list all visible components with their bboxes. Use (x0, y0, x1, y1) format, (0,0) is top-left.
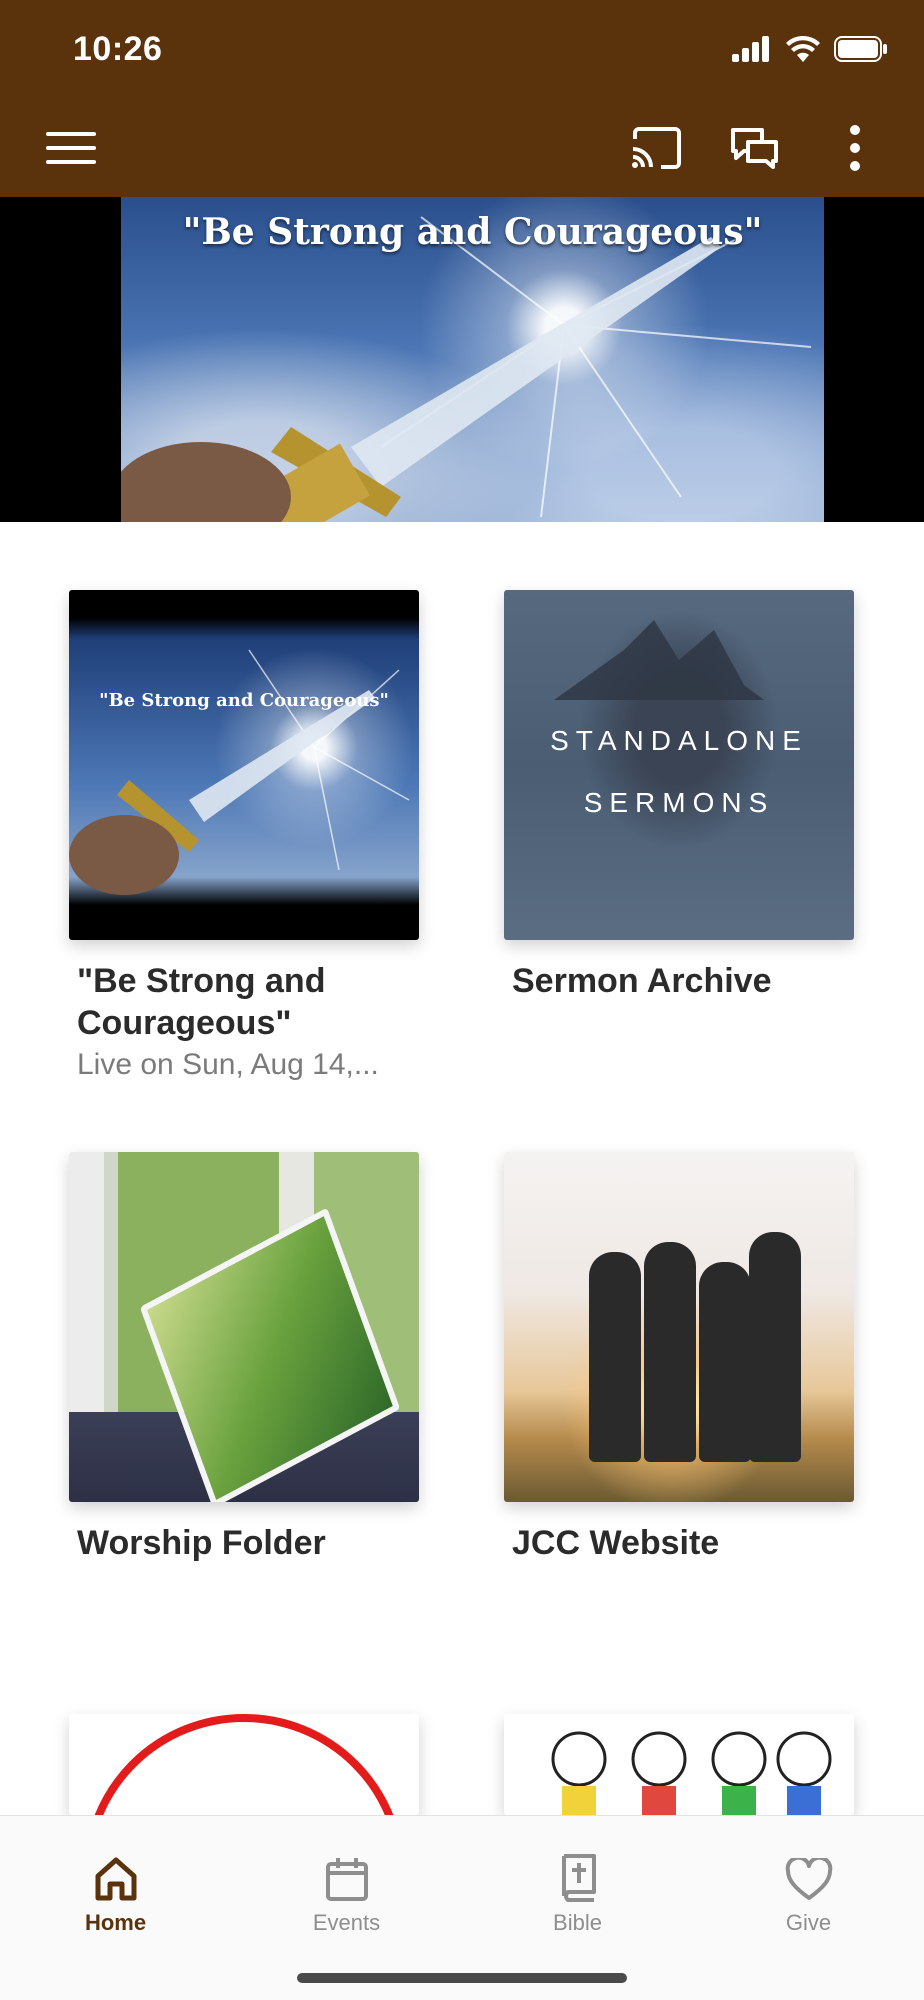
menu-button[interactable] (36, 118, 106, 178)
photo-detail (699, 1262, 751, 1462)
heart-icon (785, 1858, 832, 1900)
status-time: 10:26 (73, 30, 163, 68)
tile-image (504, 1714, 854, 1815)
home-icon (95, 1857, 136, 1901)
tab-label: Give (785, 1910, 832, 1935)
tab-events[interactable]: Events (231, 1816, 462, 1936)
signal-icon (732, 35, 772, 67)
tile-image (69, 1152, 419, 1502)
cast-button[interactable] (622, 118, 692, 178)
app-header: 10:26 (0, 0, 924, 197)
tab-give[interactable]: Give (693, 1816, 924, 1936)
photo-detail (644, 1242, 696, 1462)
hamburger-icon (46, 132, 96, 164)
tile-image (69, 1714, 419, 1815)
tile-title: Worship Folder (77, 1524, 326, 1562)
hero-image: "Be Strong and Courageous" (121, 197, 824, 522)
tile-title: Sermon Archive (512, 962, 772, 1000)
tile-image: STANDALONE SERMONS (504, 590, 854, 940)
rock-illustration (554, 620, 764, 700)
tile-worship-folder[interactable]: Worship Folder (69, 1152, 419, 1564)
photo-detail (749, 1232, 801, 1462)
tab-home[interactable]: Home (0, 1816, 231, 1936)
tab-bible[interactable]: Bible (462, 1816, 693, 1936)
tile-title: JCC Website (512, 1524, 720, 1562)
kids-illustration (551, 1731, 832, 1815)
tile-image-text-line2: SERMONS (583, 787, 775, 818)
photo-detail (589, 1252, 641, 1462)
chat-bubbles-icon (731, 128, 778, 169)
bible-icon (561, 1854, 596, 1902)
tile-image-title: "Be Strong and Courageous" (99, 690, 389, 711)
hero-banner[interactable]: "Be Strong and Courageous" (0, 197, 924, 522)
tile-title: "Be Strong and Courageous" (77, 962, 326, 1042)
calendar-icon (325, 1858, 368, 1901)
tile-partial-left[interactable] (69, 1714, 419, 1815)
status-icons (732, 35, 888, 67)
app-screen: 10:26 "Be Strong and Courageous" "Be Str… (0, 0, 924, 2000)
home-indicator (297, 1973, 627, 1983)
photo-detail (83, 1714, 405, 1815)
tile-jcc-website[interactable]: JCC Website (504, 1152, 854, 1564)
tile-image: "Be Strong and Courageous" (69, 590, 419, 940)
battery-icon (834, 35, 888, 67)
tab-label: Bible (553, 1910, 602, 1935)
tile-subtitle: Live on Sun, Aug 14,... (77, 1048, 379, 1081)
messages-button[interactable] (720, 118, 790, 178)
sword-thumbnail (69, 649, 410, 895)
hero-title: "Be Strong and Courageous" (182, 211, 763, 253)
wifi-icon (786, 35, 820, 67)
more-options-button[interactable] (820, 118, 890, 178)
more-vertical-icon (850, 125, 860, 171)
cast-icon (632, 127, 681, 169)
tile-be-strong[interactable]: "Be Strong and Courageous" "Be Strong an… (69, 590, 419, 1084)
tab-label: Home (84, 1910, 147, 1935)
tile-image (504, 1152, 854, 1502)
tile-sermon-archive[interactable]: STANDALONE SERMONS Sermon Archive (504, 590, 854, 1002)
tile-image-text-line1: STANDALONE (550, 725, 808, 756)
tab-label: Events (312, 1910, 381, 1935)
tile-partial-right[interactable] (504, 1714, 854, 1815)
